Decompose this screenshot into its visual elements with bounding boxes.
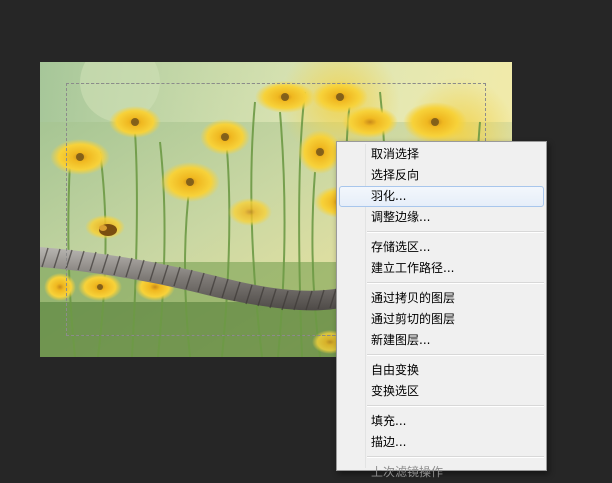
menu-item-make-work-path[interactable]: 建立工作路径... — [339, 258, 544, 279]
menu-item-free-transform[interactable]: 自由变换 — [339, 360, 544, 381]
menu-item-stroke[interactable]: 描边... — [339, 432, 544, 453]
menu-separator — [367, 354, 544, 356]
menu-item-layer-via-cut[interactable]: 通过剪切的图层 — [339, 309, 544, 330]
menu-item-select-inverse[interactable]: 选择反向 — [339, 165, 544, 186]
menu-separator — [367, 405, 544, 407]
menu-item-transform-selection[interactable]: 变换选区 — [339, 381, 544, 402]
menu-item-feather[interactable]: 羽化... — [339, 186, 544, 207]
menu-item-last-filter: 上次滤镜操作 — [371, 465, 444, 479]
menu-separator — [367, 282, 544, 284]
menu-item-layer-via-copy[interactable]: 通过拷贝的图层 — [339, 288, 544, 309]
menu-item-deselect[interactable]: 取消选择 — [339, 144, 544, 165]
menu-separator — [367, 231, 544, 233]
menu-item-fill[interactable]: 填充... — [339, 411, 544, 432]
menu-item-refine-edge[interactable]: 调整边缘... — [339, 207, 544, 228]
menu-item-save-selection[interactable]: 存储选区... — [339, 237, 544, 258]
menu-item-new-layer[interactable]: 新建图层... — [339, 330, 544, 351]
menu-separator — [367, 456, 544, 458]
document-canvas[interactable]: 取消选择 选择反向 羽化... 调整边缘... 存储选区... 建立工作路径... 通过拷贝… — [0, 0, 612, 479]
context-menu: 取消选择 选择反向 羽化... 调整边缘... 存储选区... 建立工作路径... 通过拷贝… — [336, 141, 547, 479]
